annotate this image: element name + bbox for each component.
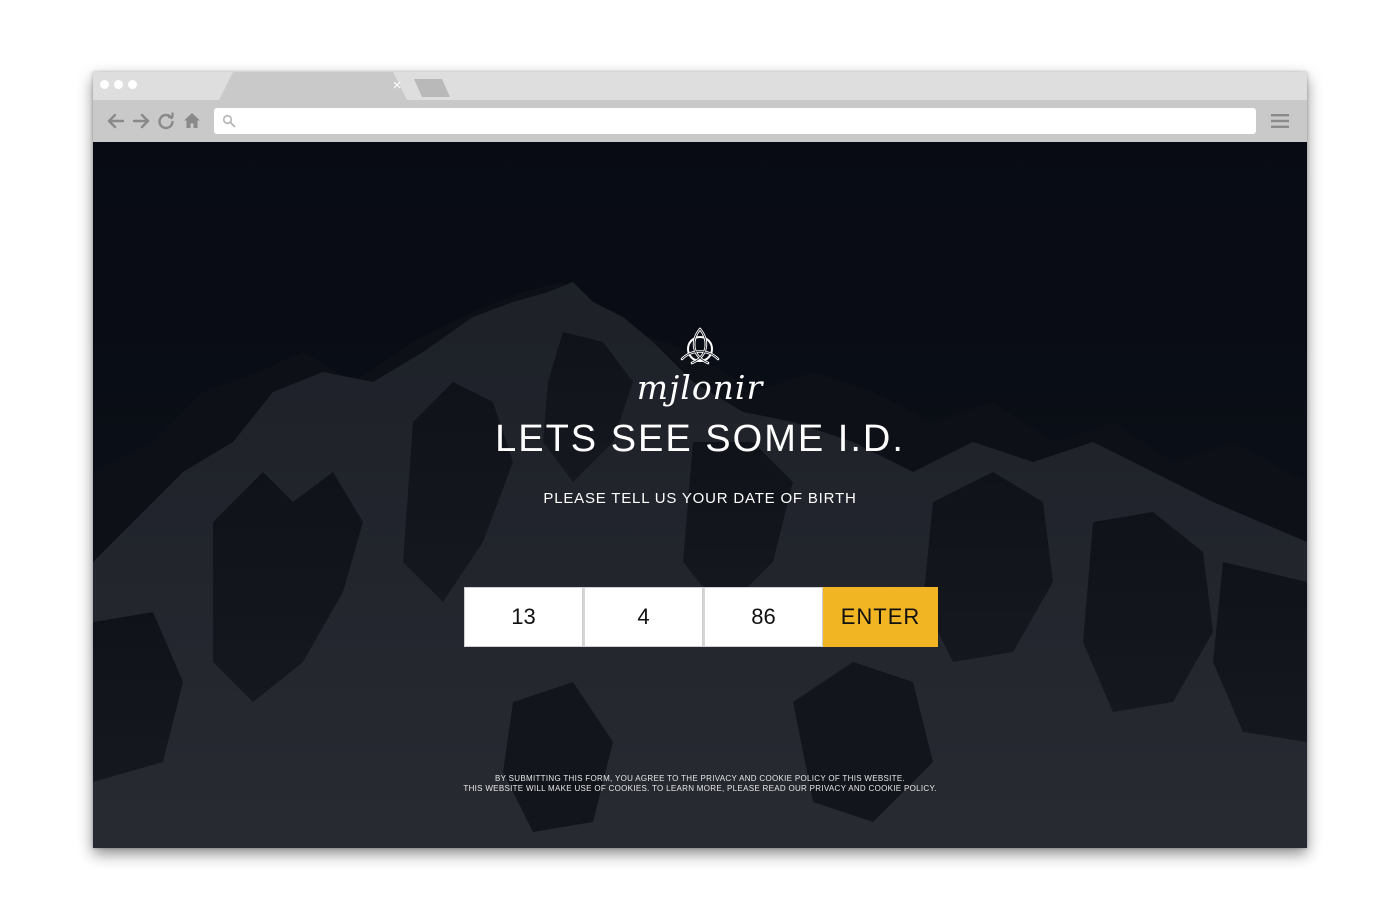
window-maximize-dot[interactable] bbox=[128, 80, 137, 89]
search-icon bbox=[222, 114, 236, 128]
legal-line: BY SUBMITTING THIS FORM, YOU AGREE TO TH… bbox=[494, 774, 906, 783]
browser-tab-active[interactable] bbox=[219, 72, 407, 100]
hamburger-menu-icon[interactable] bbox=[1270, 111, 1290, 131]
page-viewport: mjlonir LETS SEE SOME I.D. PLEASE TELL U… bbox=[93, 142, 1307, 848]
address-bar[interactable] bbox=[214, 108, 1256, 134]
enter-button[interactable]: ENTER bbox=[823, 587, 938, 647]
forward-arrow-icon[interactable] bbox=[130, 110, 152, 132]
dob-year-input[interactable] bbox=[703, 587, 823, 647]
dob-form: ENTER bbox=[464, 587, 938, 647]
reload-icon[interactable] bbox=[155, 110, 177, 132]
browser-toolbar bbox=[93, 100, 1307, 142]
window-minimize-dot[interactable] bbox=[114, 80, 123, 89]
window-controls bbox=[100, 80, 137, 89]
back-arrow-icon[interactable] bbox=[105, 110, 127, 132]
browser-titlebar: × bbox=[93, 72, 1307, 100]
page-title: LETS SEE SOME I.D. bbox=[495, 418, 905, 460]
url-input[interactable] bbox=[242, 111, 1246, 133]
celtic-knot-icon bbox=[680, 327, 720, 365]
legal-notice: BY SUBMITTING THIS FORM, YOU AGREE TO TH… bbox=[293, 774, 1107, 794]
legal-line: THIS WEBSITE WILL MAKE USE OF COOKIES. T… bbox=[463, 784, 937, 793]
browser-window: × mjlonir LETS SEE SOME I.D. PLEASE TELL… bbox=[93, 72, 1307, 848]
dob-month-input[interactable] bbox=[583, 587, 703, 647]
dob-prompt: PLEASE TELL US YOUR DATE OF BIRTH bbox=[543, 490, 857, 507]
new-tab-button[interactable] bbox=[414, 79, 450, 97]
home-icon[interactable] bbox=[181, 110, 203, 132]
brand-logo: mjlonir bbox=[636, 368, 764, 407]
close-icon[interactable]: × bbox=[389, 78, 405, 94]
window-close-dot[interactable] bbox=[100, 80, 109, 89]
dob-day-input[interactable] bbox=[464, 587, 583, 647]
